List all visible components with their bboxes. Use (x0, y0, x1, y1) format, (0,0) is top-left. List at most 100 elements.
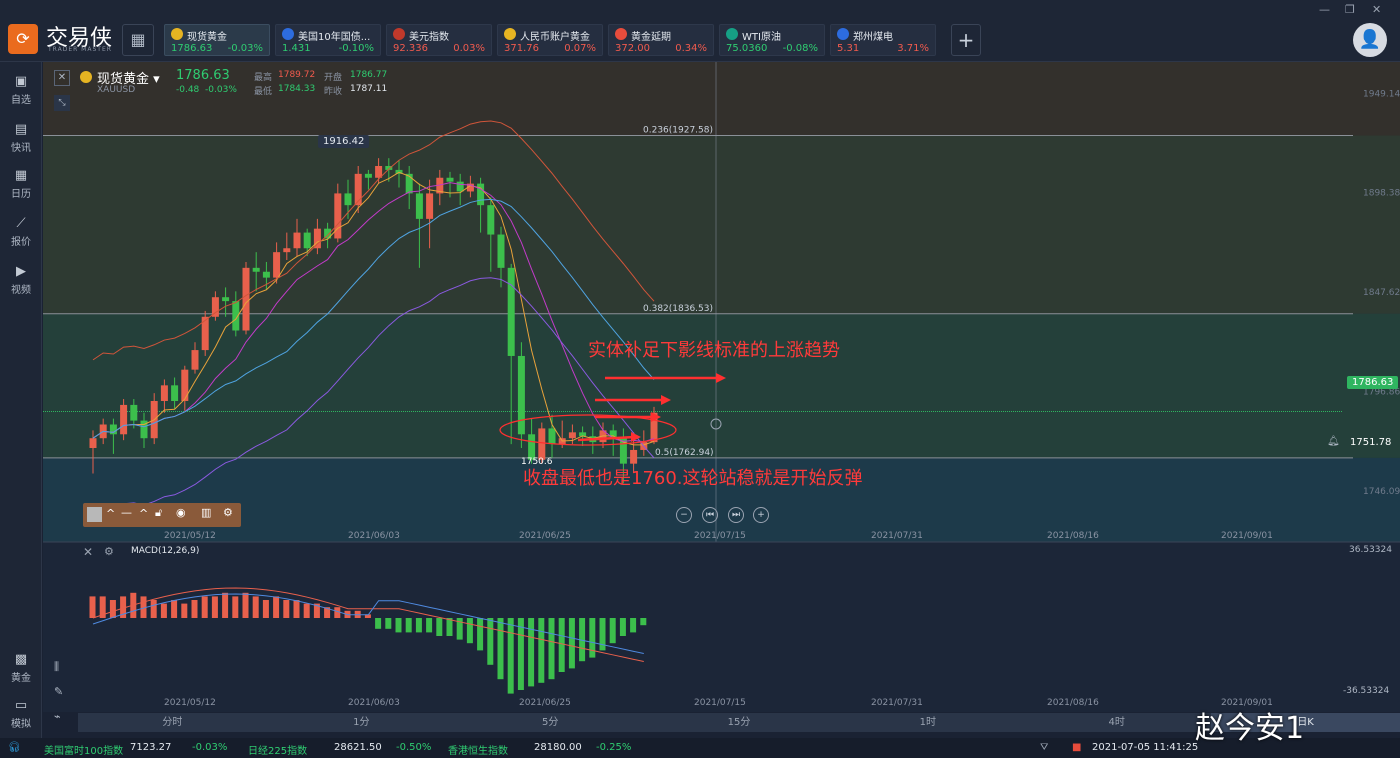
macd-bar (395, 618, 402, 633)
ticker-5[interactable]: WTI原油 75.0360 -0.08% (719, 24, 825, 56)
tab-timeframe-2[interactable]: 5分 (456, 713, 645, 732)
candle-body (160, 385, 168, 401)
bar-chart-icon (837, 28, 849, 40)
close-window-icon[interactable]: ✕ (1372, 3, 1381, 16)
minimize-icon[interactable]: — (1319, 3, 1330, 16)
tab-timeframe-0[interactable]: 分时 (78, 713, 267, 732)
macd-bar (568, 618, 575, 669)
signal-icon: ⛛ (1040, 742, 1049, 753)
price-tick: 1746.09 (1363, 487, 1400, 497)
jump-start-button[interactable]: ⏮ (702, 507, 718, 523)
calendar-icon: ▦ (14, 168, 28, 183)
caret-up-icon[interactable]: ^ (106, 507, 115, 520)
expand-icon[interactable]: ⤡ (54, 95, 70, 111)
ticker-2[interactable]: 美元指数 92.336 0.03% (386, 24, 492, 56)
macd-bar (497, 618, 504, 680)
headset-icon[interactable]: 🎧︎ (8, 742, 21, 753)
color-swatch[interactable] (87, 507, 102, 522)
macd-bar (211, 596, 218, 618)
ticker-0[interactable]: 现货黄金 1786.63 -0.03% (164, 24, 270, 56)
macd-bar (293, 600, 300, 618)
date-tick: 2021/07/31 (871, 531, 923, 541)
add-ticker-button[interactable]: + (951, 24, 981, 56)
annotation-top: 实体补足下影线标准的上涨趋势 (588, 340, 840, 361)
unlock-icon[interactable]: 🔓︎ (155, 506, 162, 520)
zoom-out-button[interactable]: − (676, 507, 692, 523)
macd-settings-icon[interactable]: ⚙ (104, 545, 114, 558)
ticker-6[interactable]: 郑州煤电 5.31 3.71% (830, 24, 936, 56)
price-tick: 1949.14 (1363, 89, 1400, 99)
trash-icon[interactable]: ▥ (201, 506, 211, 519)
caret-up-icon[interactable]: ^ (139, 507, 148, 520)
candle-body (528, 434, 536, 460)
candle-body (630, 449, 638, 464)
price-chart[interactable]: 0.236(1927.58) 0.382(1836.53) 0.5(1762.94)… (43, 62, 1400, 712)
top-bar: ⟳ 交易侠 TRADER MASTER ▦ 现货黄金 1786.63 -0.03% 美… (0, 0, 1400, 62)
line-chart-icon[interactable]: ⌁ (54, 710, 61, 723)
macd-bar (630, 618, 637, 633)
sidebar-item-gold[interactable]: ▩ 黄金 (0, 652, 42, 684)
status-bar: 🎧︎ 美国富时100指数 7123.27 -0.03% 日经225指数 28621.50… (0, 738, 1400, 758)
layout-grid-button[interactable]: ▦ (122, 24, 154, 56)
status-index-price: 28621.50 (334, 742, 382, 753)
candle-body (334, 193, 342, 239)
macd-bar (150, 600, 157, 618)
close-chart-icon[interactable]: ✕ (54, 70, 70, 86)
bell-icon[interactable]: 🔔︎ (1327, 436, 1340, 447)
ticker-3[interactable]: 人民币账户黄金 371.76 0.07% (497, 24, 603, 56)
status-index-price: 28180.00 (534, 742, 582, 753)
gold-icon (171, 28, 183, 40)
indicator-icon[interactable]: ⫼ (54, 660, 59, 674)
macd-date-tick: 2021/07/15 (694, 698, 746, 708)
macd-ymin: -36.53324 (1343, 686, 1390, 696)
ticker-name: 郑州煤电 (853, 32, 893, 43)
sidebar-item-video[interactable]: ▶ 视频 (0, 264, 42, 296)
tab-timeframe-1[interactable]: 1分 (267, 713, 456, 732)
ticker-change: -0.10% (338, 43, 374, 54)
fib-label: 0.236(1927.58) (643, 125, 713, 135)
low-marker: 1750.6 (521, 457, 553, 467)
eye-icon[interactable]: ◉ (176, 506, 186, 519)
sidebar-item-news[interactable]: ▤ 快讯 (0, 122, 42, 154)
macd-bar (517, 618, 524, 690)
line-style-icon[interactable]: — (121, 506, 132, 519)
candle-body (313, 228, 321, 249)
instrument-price: 1786.63 (176, 68, 230, 83)
macd-label: MACD(12,26,9) (131, 546, 200, 556)
sidebar-item-simulate[interactable]: ▭ 模拟 (0, 698, 42, 730)
date-tick: 2021/07/15 (694, 531, 746, 541)
wallet-icon: ▭ (14, 698, 28, 713)
bookmark-icon: ▣ (14, 74, 28, 89)
high-marker: 1916.42 (318, 135, 370, 148)
candle-body (181, 369, 189, 401)
watermark: 赵今安1 (1195, 711, 1305, 746)
macd-bar (619, 618, 626, 636)
chart-area[interactable]: 0.236(1927.58) 0.382(1836.53) 0.5(1762.94)… (43, 62, 1400, 712)
close-macd-icon[interactable]: ✕ (83, 545, 93, 559)
zoom-in-button[interactable]: + (753, 507, 769, 523)
settings-icon[interactable]: ⚙ (223, 506, 233, 519)
jump-end-button[interactable]: ⏭ (728, 507, 744, 523)
drawing-toolbar: ^ — ^ 🔓︎ ◉ ▥ ⚙ (83, 503, 241, 527)
tab-timeframe-3[interactable]: 15分 (645, 713, 834, 732)
tab-timeframe-4[interactable]: 1时 (833, 713, 1022, 732)
macd-date-tick: 2021/07/31 (871, 698, 923, 708)
macd-bar (171, 600, 178, 618)
sidebar-item-favorites[interactable]: ▣ 自选 (0, 74, 42, 106)
macd-bar (252, 596, 259, 618)
user-avatar[interactable]: 👤 (1353, 23, 1387, 57)
sidebar-item-quotes[interactable]: ⟋ 报价 (0, 216, 42, 248)
candle-body (568, 432, 576, 439)
candle-body (89, 438, 97, 448)
app-subname: TRADER MASTER (48, 46, 112, 53)
restore-icon[interactable]: ❐ (1345, 3, 1355, 16)
news-icon: ▤ (14, 122, 28, 137)
candle-body (456, 181, 464, 192)
pencil-icon[interactable]: ✎ (54, 685, 63, 698)
tab-timeframe-5[interactable]: 4时 (1022, 713, 1211, 732)
ticker-4[interactable]: 黄金延期 372.00 0.34% (608, 24, 714, 56)
status-index-price: 7123.27 (130, 742, 172, 753)
ticker-change: -0.08% (782, 43, 818, 54)
ticker-1[interactable]: 美国10年国债... 1.431 -0.10% (275, 24, 381, 56)
sidebar-item-calendar[interactable]: ▦ 日历 (0, 168, 42, 200)
